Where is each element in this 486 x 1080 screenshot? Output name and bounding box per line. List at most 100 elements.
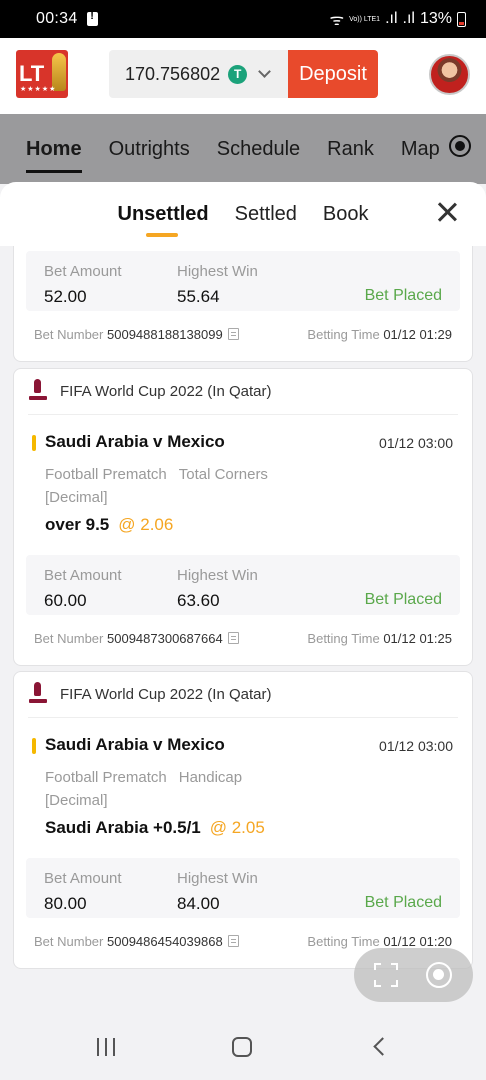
close-icon[interactable] xyxy=(437,202,457,222)
betting-time-value: 01/12 01:20 xyxy=(383,934,452,949)
tab-outrights[interactable]: Outrights xyxy=(109,138,190,161)
status-bar: 00:34 ᯤ Vo)) LTE1 .ıl .ıl 13% xyxy=(0,0,486,38)
odds-format: [Decimal] xyxy=(45,792,108,809)
betting-time-value: 01/12 01:29 xyxy=(383,327,452,342)
expand-corner xyxy=(391,980,398,987)
app-header: LT ★★★★★ 170.756802 T Deposit xyxy=(0,38,486,114)
bet-number-value: 5009488188138099 xyxy=(107,327,223,342)
bet-number: Bet Number 5009487300687664 xyxy=(34,631,239,646)
clock: 00:34 xyxy=(36,10,78,27)
copy-icon[interactable] xyxy=(227,632,239,644)
bet-amount-label: Bet Amount xyxy=(44,870,122,887)
match-info: Saudi Arabia v Mexico 01/12 03:00 Footba… xyxy=(14,718,472,858)
logo-stars: ★★★★★ xyxy=(20,86,57,93)
market-type: Football Prematch xyxy=(45,466,167,483)
highest-win-label: Highest Win xyxy=(177,263,258,280)
highest-win-value: 63.60 xyxy=(177,591,220,610)
signal-icon: .ıl xyxy=(385,10,398,27)
world-cup-icon xyxy=(28,681,48,709)
betting-time-label: Betting Time xyxy=(307,327,380,342)
selection: over 9.5 @ 2.06 xyxy=(45,515,173,535)
league-header: FIFA World Cup 2022 (In Qatar) xyxy=(28,369,458,415)
match-time: 01/12 03:00 xyxy=(379,738,453,754)
record-icon[interactable] xyxy=(426,962,452,988)
deposit-button[interactable]: Deposit xyxy=(288,50,378,98)
status-icons: ᯤ Vo)) LTE1 .ıl .ıl 13% xyxy=(329,8,466,30)
app-logo[interactable]: LT ★★★★★ xyxy=(16,50,68,98)
match-name: Saudi Arabia v Mexico xyxy=(45,735,225,754)
selection-odds: @ 2.05 xyxy=(209,818,265,837)
status-badge: Bet Placed xyxy=(364,894,442,911)
odds-format: [Decimal] xyxy=(45,489,108,506)
market-info: Football Prematch Total Corners [Decimal] xyxy=(45,463,268,509)
bet-history-sheet: Unsettled Settled Book Bet Amount 52.00 … xyxy=(0,182,486,1010)
recents-line xyxy=(113,1038,115,1056)
bet-card: FIFA World Cup 2022 (In Qatar) Saudi Ara… xyxy=(13,368,473,666)
tether-coin-icon: T xyxy=(228,64,248,84)
betting-time-value: 01/12 01:25 xyxy=(383,631,452,646)
avatar[interactable] xyxy=(429,54,470,95)
market-name: Total Corners xyxy=(178,466,268,483)
tab-book[interactable]: Book xyxy=(323,203,369,226)
status-badge: Bet Placed xyxy=(364,591,442,608)
alert-icon xyxy=(86,10,98,26)
betting-time: Betting Time 01/12 01:20 xyxy=(307,934,452,949)
match-marker xyxy=(32,435,36,451)
home-icon[interactable] xyxy=(232,1037,252,1057)
target-icon[interactable] xyxy=(449,135,471,157)
bet-amount-label: Bet Amount xyxy=(44,263,122,280)
tab-map[interactable]: Map xyxy=(401,138,440,161)
match-info: Saudi Arabia v Mexico 01/12 03:00 Footba… xyxy=(14,415,472,555)
recents-icon[interactable] xyxy=(97,1038,117,1056)
main-nav: Home Outrights Schedule Rank Map xyxy=(0,114,486,184)
market-type: Football Prematch xyxy=(45,769,167,786)
bet-amount-value: 80.00 xyxy=(44,894,87,913)
battery-text: 13% xyxy=(419,10,452,27)
screen-tool-overlay[interactable] xyxy=(354,948,473,1002)
highest-win-label: Highest Win xyxy=(177,870,258,887)
back-icon[interactable] xyxy=(373,1037,392,1056)
highest-win-value: 84.00 xyxy=(177,894,220,913)
tab-schedule[interactable]: Schedule xyxy=(217,138,300,161)
recents-line xyxy=(97,1038,99,1056)
logo-text: LT xyxy=(19,61,45,86)
tab-settled[interactable]: Settled xyxy=(235,203,297,226)
betting-time-label: Betting Time xyxy=(307,934,380,949)
tab-rank[interactable]: Rank xyxy=(327,138,374,161)
amount-box: Bet Amount 60.00 Highest Win 63.60 Bet P… xyxy=(26,555,460,615)
selection: Saudi Arabia +0.5/1 @ 2.05 xyxy=(45,818,265,838)
market-info: Football Prematch Handicap [Decimal] xyxy=(45,766,242,812)
betting-time: Betting Time 01/12 01:29 xyxy=(307,327,452,342)
selection-name: over 9.5 xyxy=(45,515,110,534)
bet-card: Bet Amount 52.00 Highest Win 55.64 Bet P… xyxy=(13,246,473,362)
signal-icon-2: .ıl xyxy=(402,10,415,27)
betting-time: Betting Time 01/12 01:25 xyxy=(307,631,452,646)
expand-corner xyxy=(374,963,381,970)
tab-unsettled[interactable]: Unsettled xyxy=(118,203,209,237)
amount-box: Bet Amount 80.00 Highest Win 84.00 Bet P… xyxy=(26,858,460,918)
expand-corner xyxy=(391,963,398,970)
league-name: FIFA World Cup 2022 (In Qatar) xyxy=(60,383,272,400)
copy-icon[interactable] xyxy=(227,935,239,947)
bet-number-label: Bet Number xyxy=(34,327,104,342)
selection-odds: @ 2.06 xyxy=(118,515,174,534)
volte-label: Vo)) LTE1 xyxy=(349,15,381,23)
tab-home[interactable]: Home xyxy=(26,138,82,173)
bet-number-value: 5009487300687664 xyxy=(107,631,223,646)
copy-icon[interactable] xyxy=(227,328,239,340)
bet-footer: Bet Number 5009487300687664 Betting Time… xyxy=(14,615,472,661)
selection-name: Saudi Arabia +0.5/1 xyxy=(45,818,201,837)
bet-number: Bet Number 5009486454039868 xyxy=(34,934,239,949)
match-time: 01/12 03:00 xyxy=(379,435,453,451)
status-badge: Bet Placed xyxy=(364,287,442,304)
bet-number-label: Bet Number xyxy=(34,934,104,949)
bet-footer: Bet Number 5009488188138099 Betting Time… xyxy=(14,311,472,357)
recents-line xyxy=(105,1038,107,1056)
chevron-down-icon xyxy=(258,65,271,78)
system-nav-bar xyxy=(0,1010,486,1080)
expand-icon[interactable] xyxy=(374,963,398,987)
highest-win-label: Highest Win xyxy=(177,567,258,584)
highest-win-value: 55.64 xyxy=(177,287,220,306)
balance-selector[interactable]: 170.756802 T xyxy=(109,50,289,98)
bet-list[interactable]: Bet Amount 52.00 Highest Win 55.64 Bet P… xyxy=(0,246,486,1010)
